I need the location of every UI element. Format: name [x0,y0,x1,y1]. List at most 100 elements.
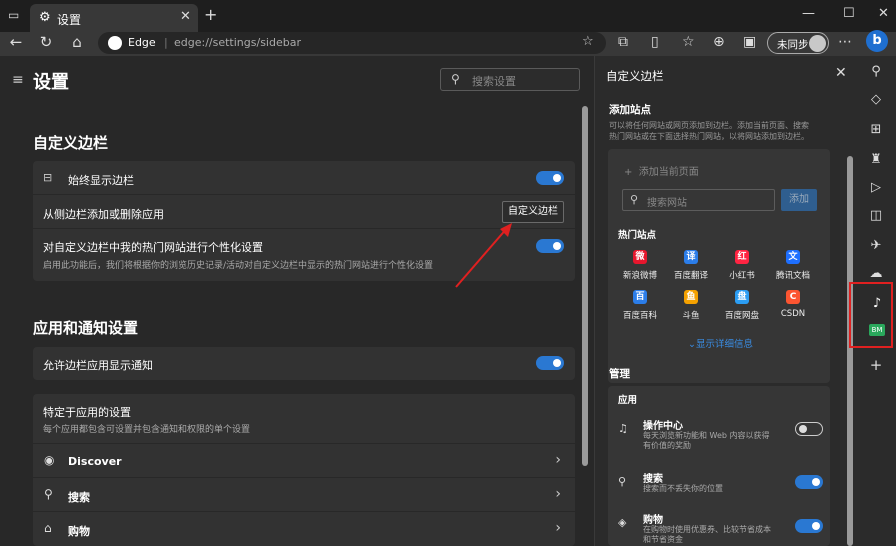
allow-notify-label: 允许边栏应用显示通知 [43,359,153,372]
extensions-icon[interactable]: ⧉ [618,34,628,50]
maximize-button[interactable]: ☐ [843,6,855,21]
site-search-input[interactable]: ⚲ 搜索网站 [622,189,775,211]
show-details-link[interactable]: ⌄显示详细信息 [688,336,753,350]
site-douyu[interactable]: 鱼 斗鱼 [665,290,717,321]
add-site-description: 可以将任何网站或网页添加到边栏。添加当前页面、搜索热门网站或在下面选择热门网站，… [609,121,809,141]
site-label: 新浪微博 [622,271,657,281]
site-label: 腾讯文档 [775,271,810,281]
send-icon[interactable]: ✈ [867,238,885,253]
baidu-baike-icon: 百 [633,290,647,304]
discover-icon: ◉ [44,453,55,467]
show-details-label: 显示详细信息 [695,339,753,350]
discover-icon[interactable]: ▷ [867,180,885,195]
refresh-icon[interactable]: ↻ [36,33,56,51]
settings-search-input[interactable]: ⚲ 搜索设置 [440,68,580,91]
navigation-bar: ← ↻ ⌂ Edge | edge://settings/sidebar ☆ ⧉… [0,32,896,56]
hamburger-menu-icon[interactable]: ≡ [12,72,24,88]
customize-sidebar-panel: 自定义边栏 ✕ 添加站点 可以将任何网站或网页添加到边栏。添加当前页面、搜索热门… [594,56,856,546]
apps-title: 应用 [618,395,638,406]
panel-scrollbar[interactable] [847,156,853,546]
app-name: Discover [68,455,122,468]
site-label: 斗鱼 [682,311,700,321]
always-show-row: ⊟ 始终显示边栏 [33,161,575,195]
site-label: CSDN [780,309,806,319]
chevron-right-icon: › [555,520,561,536]
app-description: 在购物时使用优惠券、比较节省成本和节省资金 [643,525,771,544]
panel-app-search: ⚲ 搜索 搜索而不丢失你的位置 [608,469,830,503]
chevron-right-icon: › [555,486,561,502]
site-baidu-pan[interactable]: 盘 百度网盘 [716,290,768,321]
page-title: 设置 [33,72,69,93]
back-icon[interactable]: ← [6,33,26,51]
section-title-app-notifications: 应用和通知设置 [33,319,139,337]
search-icon: ⚲ [44,487,53,501]
shopping-toggle[interactable] [795,519,823,533]
app-row-discover[interactable]: ◉ Discover › [33,444,575,478]
more-menu-icon[interactable]: ⋯ [838,34,852,50]
app-name: 搜索 [68,491,90,504]
site-tencent-docs[interactable]: 文 腾讯文档 [767,250,819,281]
allow-notify-card: 允许边栏应用显示通知 [33,347,575,380]
office-icon[interactable]: ◫ [867,208,885,223]
toolbox-icon[interactable]: ⊞ [867,122,885,137]
personalize-label: 对自定义边栏中我的热门网站进行个性化设置 [43,241,263,254]
site-baidu-translate[interactable]: 译 百度翻译 [665,250,717,281]
site-weibo[interactable]: 微 新浪微博 [614,250,666,281]
personalize-toggle[interactable] [536,239,564,253]
add-site-title: 添加站点 [609,104,651,116]
profile-sync-button[interactable]: 未同步 [767,32,829,54]
app-description: 每天浏览新功能和 Web 内容以获得有价值的奖励 [643,431,770,450]
tab-settings[interactable]: ⚙ 设置 ✕ [30,4,198,32]
tag-icon[interactable]: ◇ [867,92,885,107]
tag-icon: ◈ [618,516,627,529]
bing-chat-icon[interactable]: b [866,30,888,52]
gear-icon: ⚙ [39,10,51,25]
add-favorite-icon[interactable]: ☆ [582,34,594,49]
favorites-icon[interactable]: ☆ [682,34,695,50]
tag-icon: ⌂ [44,521,52,535]
add-site-button[interactable]: 添加 [781,189,817,211]
app-row-search[interactable]: ⚲ 搜索 › [33,478,575,512]
home-icon[interactable]: ⌂ [67,33,87,51]
close-window-button[interactable]: ✕ [878,6,889,21]
app-specific-description: 每个应用都包含可设置并包含通知和权限的单个设置 [43,425,251,435]
performance-icon[interactable]: ▣ [743,34,756,50]
close-icon[interactable]: ✕ [835,65,847,81]
site-label: 百度翻译 [673,271,708,281]
games-icon[interactable]: ♜ [867,152,885,167]
site-csdn[interactable]: C CSDN [767,290,819,319]
collections-icon[interactable]: ⊕ [713,34,725,50]
panel-app-shopping: ◈ 购物 在购物时使用优惠券、比较节省成本和节省资金 [608,510,830,546]
cloud-icon[interactable]: ☁ [867,266,885,281]
add-app-icon[interactable]: + [867,356,885,374]
site-xiaohongshu[interactable]: 红 小红书 [716,250,768,281]
settings-scrollbar[interactable] [582,106,588,466]
app-row-shopping[interactable]: ⌂ 购物 › [33,512,575,546]
add-current-page-button[interactable]: + 添加当前页面 [624,163,699,178]
action-center-toggle[interactable] [795,422,823,436]
address-bar[interactable]: Edge | edge://settings/sidebar ☆ [98,32,606,54]
title-bar: ▭ ⚙ 设置 ✕ + — ☐ ✕ [0,0,896,32]
tab-close-icon[interactable]: ✕ [180,9,191,24]
site-label: 小红书 [729,271,755,281]
browser-name: Edge [128,36,156,49]
search-toggle[interactable] [795,475,823,489]
app-name: 购物 [643,515,663,526]
site-baidu-baike[interactable]: 百 百度百科 [614,290,666,321]
app-name: 搜索 [643,474,663,485]
always-show-label: 始终显示边栏 [68,174,134,187]
baidu-pan-icon: 盘 [735,290,749,304]
app-description: 搜索而不丢失你的位置 [643,484,723,493]
window-menu-icon[interactable]: ▭ [8,8,19,22]
new-tab-button[interactable]: + [204,5,217,24]
chevron-right-icon: › [555,452,561,468]
always-show-toggle[interactable] [536,171,564,185]
tencent-docs-icon: 文 [786,250,800,264]
minimize-button[interactable]: — [802,6,815,21]
url-text[interactable]: edge://settings/sidebar [174,36,301,49]
app-specific-card: 特定于应用的设置 每个应用都包含可设置并包含通知和权限的单个设置 ◉ Disco… [33,394,575,546]
split-screen-icon[interactable]: ▯ [651,34,659,50]
hot-sites-title: 热门站点 [618,230,657,241]
allow-notify-toggle[interactable] [536,356,564,370]
search-icon[interactable]: ⚲ [867,64,885,79]
